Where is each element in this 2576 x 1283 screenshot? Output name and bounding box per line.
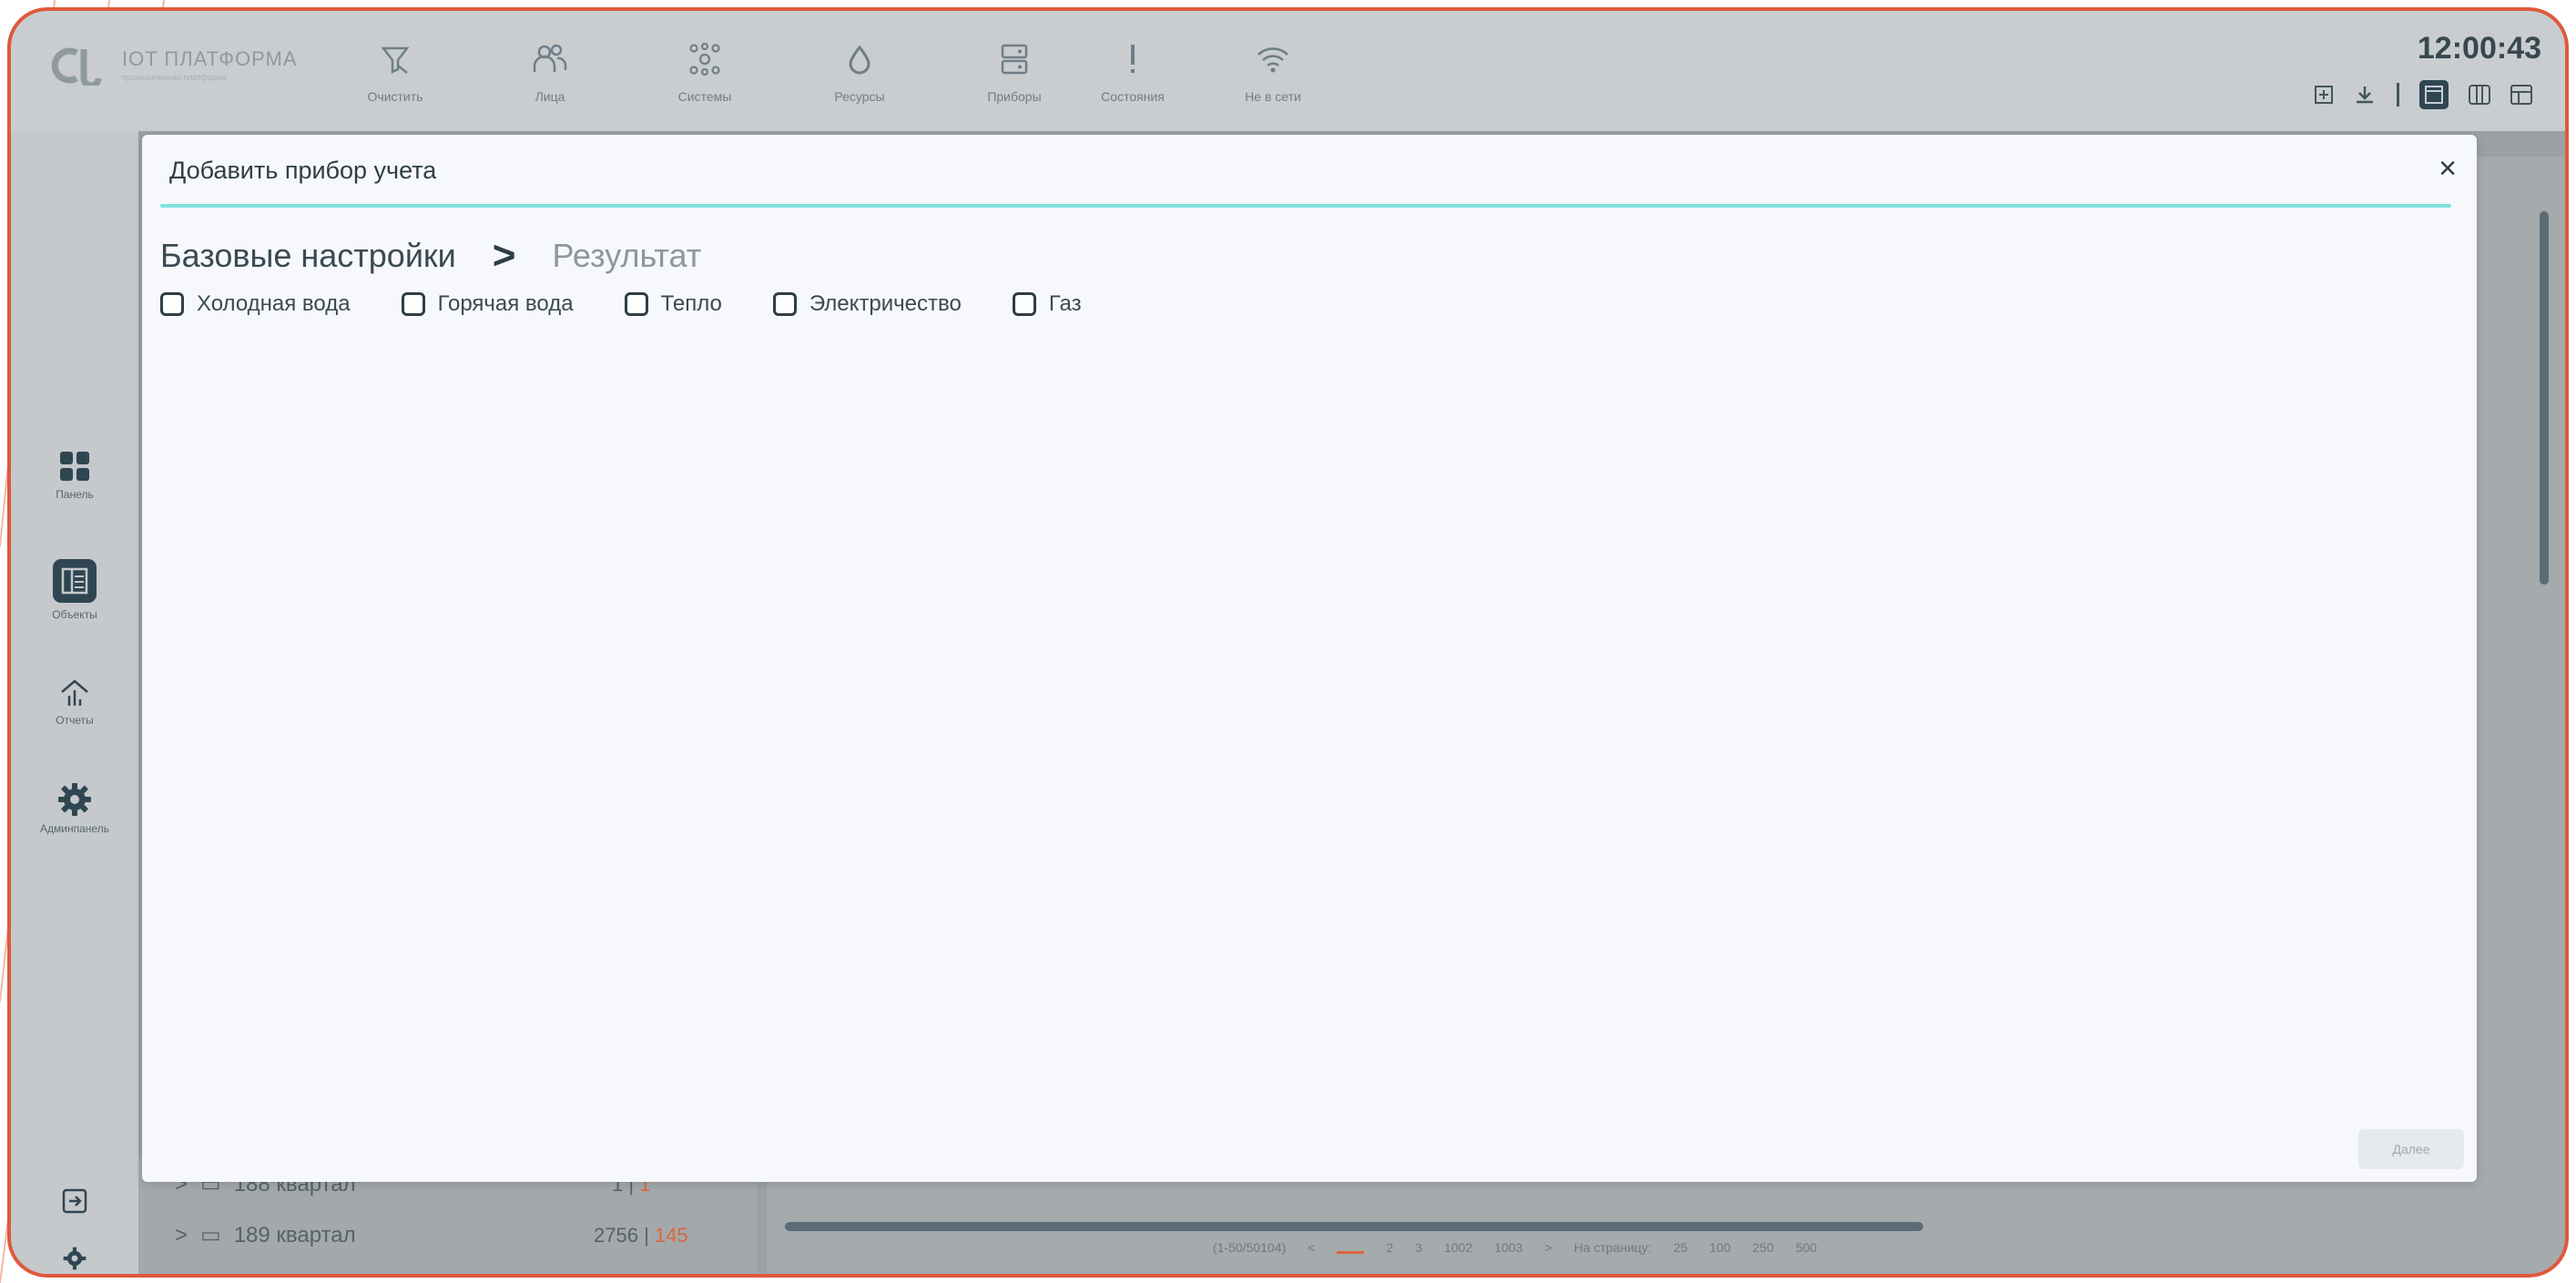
toolbar-clear[interactable]: Очистить	[331, 36, 459, 104]
pager-page[interactable]: 3	[1415, 1240, 1422, 1255]
toolbar-states[interactable]: Состояния	[1069, 36, 1196, 104]
checkbox-cold-water[interactable]: Холодная вода	[160, 291, 351, 317]
divider	[2396, 83, 2399, 107]
pager-page[interactable]: 1002	[1444, 1240, 1472, 1255]
toolbar-resources-label: Ресурсы	[834, 89, 885, 104]
checkbox-label: Холодная вода	[197, 291, 351, 316]
close-button[interactable]: ×	[2439, 153, 2457, 184]
toolbar-devices-label: Приборы	[987, 89, 1042, 104]
pager-range: (1-50/50104)	[1213, 1240, 1287, 1255]
checkbox-label: Горячая вода	[437, 291, 574, 316]
gear-icon	[63, 1247, 87, 1270]
toolbar-offline[interactable]: Не в сети	[1209, 36, 1337, 104]
drop-icon	[849, 45, 871, 75]
exclamation-icon	[1131, 45, 1135, 73]
chevron-right-icon[interactable]: >	[175, 1223, 188, 1248]
checkbox-box[interactable]	[401, 292, 425, 316]
reports-icon	[61, 679, 88, 706]
logo: IOT ПЛАТФОРМА промышленная платформа	[47, 46, 298, 86]
objects-icon	[53, 559, 97, 603]
per-page-option[interactable]: 100	[1709, 1240, 1730, 1255]
chevron-right-icon: >	[492, 233, 516, 278]
horizontal-scrollbar[interactable]	[785, 1222, 1923, 1231]
toolbar-states-label: Состояния	[1101, 89, 1165, 104]
grid-icon	[60, 452, 89, 481]
wizard-steps: Базовые настройки > Результат	[160, 233, 701, 279]
add-meter-modal: Добавить прибор учета × Базовые настройк…	[142, 135, 2477, 1182]
wifi-icon	[1257, 47, 1288, 73]
logout-button[interactable]	[11, 1187, 138, 1215]
step-result[interactable]: Результат	[553, 237, 702, 275]
layout-single-icon[interactable]	[2419, 80, 2449, 109]
sidebar-item-label: Объекты	[52, 608, 97, 621]
sidebar-item-label: Отчеты	[56, 714, 94, 727]
sidebar-item-admin[interactable]: Админпанель	[11, 782, 138, 835]
toolbar-persons-label: Лица	[535, 89, 565, 104]
server-icon	[1001, 44, 1028, 75]
checkbox-label: Электричество	[809, 291, 962, 316]
tree-row[interactable]: > ▭ 189 квартал	[175, 1222, 356, 1248]
step-basic-settings[interactable]: Базовые настройки	[160, 237, 456, 275]
checkbox-box[interactable]	[772, 292, 797, 316]
filter-clear-icon	[381, 46, 410, 75]
sidebar-item-label: Админпанель	[40, 822, 109, 835]
toolbar-devices[interactable]: Приборы	[951, 36, 1078, 104]
folder-icon: ▭	[200, 1223, 221, 1247]
people-icon	[533, 44, 567, 72]
network-icon	[689, 43, 720, 76]
tree-row-label: 189 квартал	[233, 1222, 356, 1247]
per-page-option[interactable]: 500	[1796, 1240, 1817, 1255]
logo-subtitle: промышленная платформа	[122, 73, 228, 82]
toolbar-clear-label: Очистить	[367, 89, 423, 104]
pagination: (1-50/50104) < 2 3 1002 1003 > На страни…	[1213, 1240, 1817, 1255]
sidebar-item-reports[interactable]: Отчеты	[11, 677, 138, 727]
app-frame: IOT ПЛАТФОРМА промышленная платформа Очи…	[7, 7, 2569, 1278]
checkbox-heat[interactable]: Тепло	[624, 291, 722, 317]
pager-page[interactable]: 1003	[1494, 1240, 1522, 1255]
checkbox-box[interactable]	[160, 292, 184, 316]
pager-page-1[interactable]	[1337, 1241, 1365, 1254]
logout-icon	[62, 1188, 87, 1214]
checkbox-box[interactable]	[1012, 292, 1036, 316]
toolbar-resources[interactable]: Ресурсы	[796, 36, 923, 104]
sidebar-item-objects[interactable]: Объекты	[11, 559, 138, 621]
chevron-left-icon[interactable]: <	[1308, 1240, 1315, 1255]
pager-page[interactable]: 2	[1386, 1240, 1393, 1255]
checkbox-hot-water[interactable]: Горячая вода	[401, 291, 574, 317]
toolbar-systems-label: Системы	[677, 89, 732, 104]
checkbox-label: Газ	[1048, 291, 1082, 316]
resource-type-checkboxes: Холодная вода Горячая вода Тепло Электри…	[160, 291, 1082, 317]
top-toolbar: IOT ПЛАТФОРМА промышленная платформа Очи…	[11, 11, 2565, 131]
per-page-label: На страницу:	[1573, 1240, 1652, 1255]
view-tools	[2314, 80, 2532, 109]
checkbox-label: Тепло	[660, 291, 722, 316]
settings-button[interactable]	[11, 1247, 138, 1270]
checkbox-box[interactable]	[624, 292, 648, 316]
per-page-option[interactable]: 250	[1753, 1240, 1774, 1255]
sidebar-item-panel[interactable]: Панель	[11, 450, 138, 501]
vertical-scrollbar[interactable]	[2540, 211, 2549, 585]
toolbar-offline-label: Не в сети	[1245, 89, 1301, 104]
checkbox-electricity[interactable]: Электричество	[772, 291, 962, 317]
clock: 12:00:43	[2417, 31, 2541, 66]
per-page-option[interactable]: 25	[1674, 1240, 1688, 1255]
layout-grid-icon[interactable]	[2510, 85, 2532, 105]
left-sidebar: Панель Объекты Отчеты Админпанель	[11, 131, 138, 1274]
logo-text: IOT ПЛАТФОРМА	[122, 47, 298, 70]
checkbox-gas[interactable]: Газ	[1012, 291, 1082, 317]
layout-columns-icon[interactable]	[2469, 85, 2490, 105]
download-icon[interactable]	[2354, 84, 2376, 106]
chevron-right-icon[interactable]: >	[1544, 1240, 1552, 1255]
title-underline	[160, 204, 2451, 208]
tree-row-count: 2756 | 145	[594, 1224, 688, 1247]
toolbar-persons[interactable]: Лица	[486, 36, 614, 104]
modal-title: Добавить прибор учета	[169, 157, 437, 184]
logo-icon	[51, 47, 102, 86]
gear-icon	[58, 783, 91, 816]
next-button[interactable]: Далее	[2358, 1129, 2464, 1169]
toolbar-systems[interactable]: Системы	[641, 36, 769, 104]
add-icon[interactable]	[2314, 85, 2334, 105]
sidebar-item-label: Панель	[56, 488, 94, 501]
